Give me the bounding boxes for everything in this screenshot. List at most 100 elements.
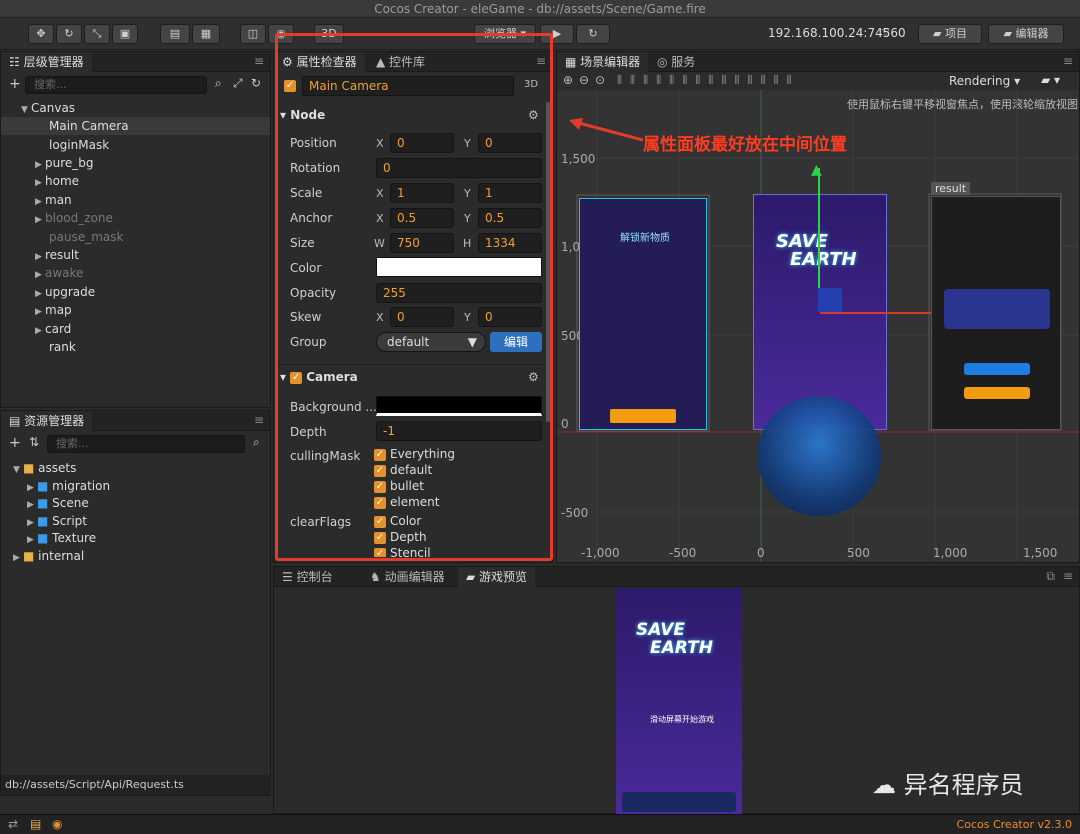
hierarchy-tabbar: ☷ 层级管理器 ≡ xyxy=(1,52,270,72)
console-tab-label: 控制台 xyxy=(296,570,333,584)
tree-item-pure-bg[interactable]: ▶ pure_bg xyxy=(1,154,270,172)
game-preview-screen[interactable]: SAVE EARTH 滑动屏幕开始游戏 xyxy=(616,588,742,814)
anim-tab-label: 动画编辑器 xyxy=(384,570,445,584)
eye-icon[interactable]: ◉ xyxy=(52,817,62,831)
editor-button[interactable]: ▰ 编辑器 xyxy=(988,24,1064,44)
tree-label: man xyxy=(45,193,72,207)
tree-item-awake[interactable]: ▶ awake xyxy=(1,264,270,282)
tree-item-rank[interactable]: rank xyxy=(1,338,270,356)
add-asset-icon[interactable]: + xyxy=(9,435,21,451)
ip-address: 192.168.100.24:7456 xyxy=(768,26,899,40)
wifi-count: 0 xyxy=(898,26,906,40)
hierarchy-panel: ☷ 层级管理器 ≡ + 搜索... ⌕ ⤢ ↻ ▼ Canvas Main Cam… xyxy=(0,51,271,408)
snap-icon[interactable]: ◫ xyxy=(240,24,266,44)
collapse-arrow-icon: ▶ xyxy=(35,307,42,317)
refresh-button[interactable]: ↻ xyxy=(576,24,610,44)
watermark-text: 异名程序员 xyxy=(903,771,1024,799)
card-title: 解锁新物质 xyxy=(620,233,670,244)
tab-assets[interactable]: ▤ 资源管理器 xyxy=(1,411,93,431)
camera-icon[interactable]: ▰ ▾ xyxy=(1041,73,1060,87)
result-node-label: result xyxy=(931,182,971,195)
tab-scene[interactable]: ▦ 场景编辑器 xyxy=(557,52,649,72)
tree-item-card[interactable]: ▶ card xyxy=(1,320,270,338)
tree-item-pause-mask[interactable]: pause_mask xyxy=(1,228,270,246)
panel-menu-icon[interactable]: ≡ xyxy=(254,54,264,68)
search-icon[interactable]: ⌕ xyxy=(253,435,260,450)
zoom-in-icon[interactable]: ⊕ xyxy=(563,73,573,87)
scene-tabbar: ▦ 场景编辑器 ◎ 服务 ≡ xyxy=(557,52,1079,72)
tab-game-preview[interactable]: ▰ 游戏预览 xyxy=(458,567,536,587)
move-tool-icon[interactable]: ✥ xyxy=(28,24,54,44)
tab-console[interactable]: ☰ 控制台 xyxy=(274,567,341,587)
x-label-neg500: -500 xyxy=(669,546,697,560)
refresh-icon[interactable]: ↻ xyxy=(251,76,261,90)
pivot-icon[interactable]: ▦ xyxy=(192,24,220,44)
tree-label: migration xyxy=(52,479,111,493)
tree-item-script[interactable]: ▶ ■ Script xyxy=(1,512,270,530)
tree-label: blood_zone xyxy=(45,211,113,225)
rotate-tool-icon[interactable]: ↻ xyxy=(56,24,82,44)
collapse-arrow-icon: ▶ xyxy=(35,270,42,280)
tree-item-upgrade[interactable]: ▶ upgrade xyxy=(1,283,270,301)
hierarchy-search-input[interactable]: 搜索... xyxy=(25,76,207,94)
tab-hierarchy[interactable]: ☷ 层级管理器 xyxy=(1,52,92,72)
tab-service[interactable]: ◎ 服务 xyxy=(649,52,703,72)
preview-subtitle: 滑动屏幕开始游戏 xyxy=(650,715,714,724)
card-button[interactable] xyxy=(610,409,676,423)
sync-icon[interactable]: ⇄ xyxy=(8,817,18,831)
tree-item-map[interactable]: ▶ map xyxy=(1,301,270,319)
zoom-reset-icon[interactable]: ⊙ xyxy=(595,73,605,87)
scale-tool-icon[interactable]: ⤡ xyxy=(84,24,110,44)
asset-path-status: db://assets/Script/Api/Request.ts xyxy=(1,775,271,795)
tree-item-assets[interactable]: ▼ ■ assets xyxy=(1,459,270,477)
annotation-text: 属性面板最好放在中间位置 xyxy=(643,135,847,155)
tree-item-result[interactable]: ▶ result xyxy=(1,246,270,264)
tree-item-main-camera[interactable]: Main Camera xyxy=(1,117,270,135)
align-icons[interactable]: ⫴⫴⫴⫴⫴⫴⫴⫴⫴⫴⫴⫴⫴⫴ xyxy=(617,73,800,88)
tree-item-scene[interactable]: ▶ ■ Scene xyxy=(1,494,270,512)
expand-icon[interactable]: ⤢ xyxy=(233,76,243,91)
maximize-icon[interactable]: ⧉ xyxy=(1046,569,1055,584)
assets-tabbar: ▤ 资源管理器 ≡ xyxy=(1,411,270,431)
annotation-arrow-icon xyxy=(569,118,644,142)
y-label-neg500: -500 xyxy=(561,506,589,520)
card-node-preview[interactable]: 解锁新物质 xyxy=(579,198,707,430)
panel-menu-icon[interactable]: ≡ xyxy=(1063,54,1073,68)
result-node-preview[interactable] xyxy=(931,196,1061,430)
sort-icon[interactable]: ⇅ xyxy=(29,435,39,449)
tree-item-loginmask[interactable]: loginMask xyxy=(1,136,270,154)
db-icon[interactable]: ▤ xyxy=(30,817,41,831)
collapse-arrow-icon: ▶ xyxy=(35,215,42,225)
panel-menu-icon[interactable]: ≡ xyxy=(1063,569,1073,583)
gizmo-y-axis[interactable] xyxy=(818,168,820,304)
wifi-icon: ⌔ xyxy=(880,25,892,39)
tree-item-internal[interactable]: ▶ ■ internal xyxy=(1,547,270,565)
tree-item-man[interactable]: ▶ man xyxy=(1,191,270,209)
result-panel xyxy=(944,289,1050,329)
tree-item-blood-zone[interactable]: ▶ blood_zone xyxy=(1,209,270,227)
tree-item-home[interactable]: ▶ home xyxy=(1,172,270,190)
local-global-icon[interactable]: ▤ xyxy=(160,24,190,44)
tree-item-texture[interactable]: ▶ ■ Texture xyxy=(1,529,270,547)
tree-label: internal xyxy=(38,549,85,563)
result-button-1[interactable] xyxy=(964,363,1030,375)
rect-tool-icon[interactable]: ▣ xyxy=(112,24,138,44)
preview-tab-label: 游戏预览 xyxy=(479,570,528,584)
project-button[interactable]: ▰ 项目 xyxy=(918,24,982,44)
search-icon[interactable]: ⌕ xyxy=(215,76,222,91)
tree-item-migration[interactable]: ▶ ■ migration xyxy=(1,477,270,495)
tab-animation[interactable]: ♞ 动画编辑器 xyxy=(362,567,453,587)
y-label-0: 0 xyxy=(561,417,569,431)
add-node-icon[interactable]: + xyxy=(9,76,21,92)
x-label-0: 0 xyxy=(757,546,765,560)
assets-search-input[interactable]: 搜索... xyxy=(47,435,245,453)
folder-icon: ■ xyxy=(37,479,49,493)
result-button-2[interactable] xyxy=(964,387,1030,399)
zoom-out-icon[interactable]: ⊖ xyxy=(579,73,589,87)
tree-label: Scene xyxy=(52,496,89,510)
rendering-select[interactable]: Rendering ▾ xyxy=(949,74,1020,88)
gizmo-center[interactable] xyxy=(818,288,842,312)
folder-icon: ■ xyxy=(37,496,49,510)
panel-menu-icon[interactable]: ≡ xyxy=(254,413,264,427)
tree-item-canvas[interactable]: ▼ Canvas xyxy=(1,99,270,117)
